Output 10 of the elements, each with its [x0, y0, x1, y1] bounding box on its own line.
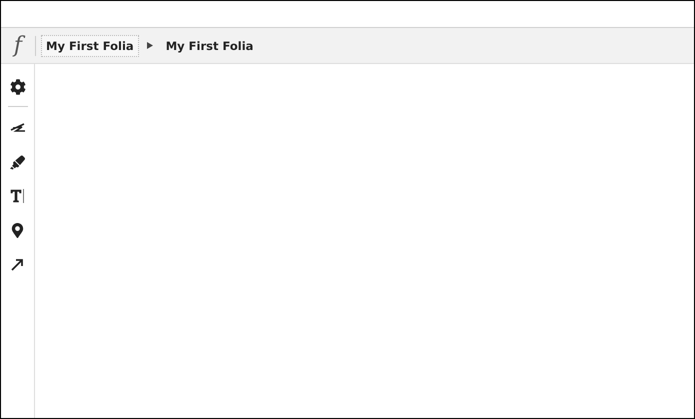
breadcrumb[interactable]: My First Folia [160, 34, 258, 56]
text-tool-icon[interactable] [10, 188, 26, 204]
breadcrumb[interactable]: My First Folia [41, 34, 139, 56]
highlighter-icon[interactable] [10, 154, 25, 170]
settings-icon[interactable] [10, 79, 26, 95]
location-pin-icon[interactable] [10, 222, 25, 238]
scribble-icon[interactable] [10, 123, 26, 133]
arrow-icon[interactable] [11, 258, 24, 270]
caret-icon [146, 42, 153, 49]
app-logo[interactable]: f [1, 36, 36, 56]
